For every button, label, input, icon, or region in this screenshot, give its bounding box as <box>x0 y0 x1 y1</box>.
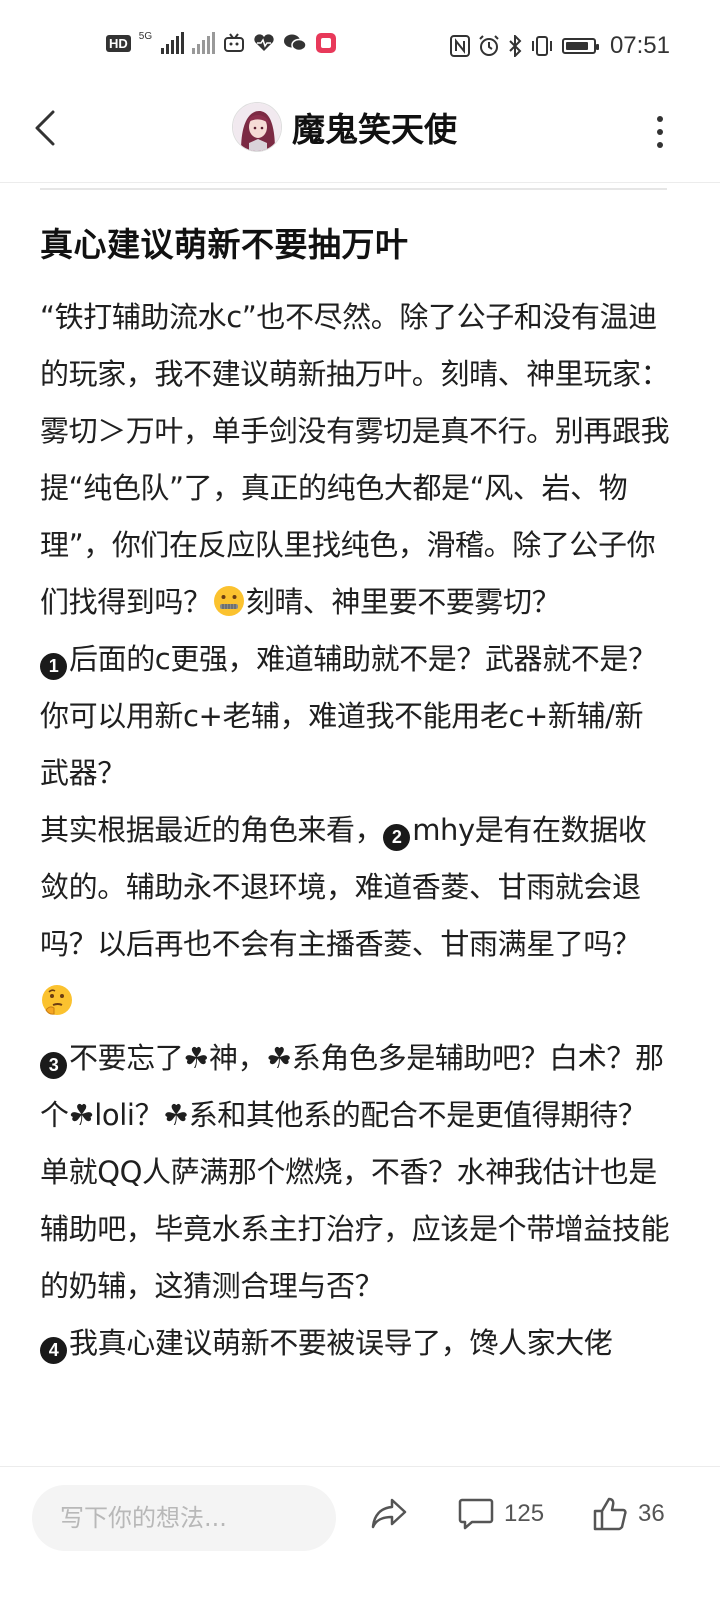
content-divider <box>40 188 667 190</box>
post-header: 魔鬼笑天使 <box>0 90 720 183</box>
share-icon <box>371 1498 407 1529</box>
status-left: HD 5G <box>106 32 337 54</box>
article: 真心建议萌新不要抽万叶 “铁打辅助流水c”也不尽然。除了公子和没有温迪的玩家，我… <box>40 215 670 1372</box>
paragraph-3: 其实根据最近的角色来看， 2 mhy是有在数据收敛的。辅助永不退环境，难道香菱、甘雨… <box>40 802 670 1030</box>
paragraph-2: 1 后面的c更强，难道辅助就不是？武器就不是？你可以用新c+老辅，难道我不能用老c… <box>40 642 657 790</box>
back-button[interactable] <box>28 108 62 148</box>
vibrate-icon <box>530 35 554 57</box>
article-title: 真心建议萌新不要抽万叶 <box>40 225 409 264</box>
status-time: 07:51 <box>609 32 670 59</box>
article-body: “铁打辅助流水c”也不尽然。除了公子和没有温迪的玩家，我不建议萌新抽万叶。刻晴、… <box>40 289 670 1372</box>
paragraph-5: 4 我真心建议萌新不要被误导了，馋人家大佬 <box>40 1315 670 1372</box>
status-bar: HD 5G 07:51 <box>0 0 720 90</box>
author-avatar[interactable] <box>232 102 282 152</box>
more-options-button[interactable] <box>650 112 670 152</box>
author-info[interactable]: 魔鬼笑天使 <box>232 102 457 152</box>
share-button[interactable] <box>370 1497 408 1531</box>
hd-badge: HD <box>106 34 131 52</box>
wechat-icon <box>283 33 307 53</box>
comment-count: 125 <box>504 1500 545 1527</box>
alarm-icon <box>478 35 500 57</box>
comment-icon <box>458 1498 494 1530</box>
author-name[interactable]: 魔鬼笑天使 <box>292 103 457 151</box>
bottom-action-bar: 125 36 <box>0 1466 720 1601</box>
heart-rate-icon <box>253 33 275 53</box>
comment-input[interactable] <box>32 1485 336 1551</box>
number-badge: 3 <box>40 1052 67 1079</box>
battery-icon <box>561 38 599 54</box>
signal-weak-icon <box>192 32 216 54</box>
number-badge: 4 <box>40 1337 67 1364</box>
number-badge: 1 <box>40 653 67 680</box>
back-arrow-icon <box>35 110 55 146</box>
network-type-label: 5G <box>138 31 153 42</box>
nfc-icon <box>449 35 470 57</box>
notes-app-icon <box>315 32 337 54</box>
signal-icon <box>161 32 185 54</box>
zipper-mouth-emoji-icon <box>213 586 244 616</box>
more-dot-icon <box>657 116 663 122</box>
bluetooth-icon <box>508 35 522 57</box>
more-dot-icon <box>657 129 663 135</box>
like-count: 36 <box>638 1500 665 1527</box>
tv-app-icon <box>223 33 245 53</box>
thumbs-up-icon <box>593 1497 627 1531</box>
status-right: 07:51 <box>449 32 670 60</box>
more-dot-icon <box>657 142 663 148</box>
paragraph-4: 3 不要忘了☘神，☘系角色多是辅助吧？白术？那个☘loli？☘系和其他系的配合不是… <box>40 1041 670 1303</box>
thinking-face-emoji-icon <box>42 985 72 1015</box>
number-badge: 2 <box>383 824 411 851</box>
comment-button[interactable]: 125 <box>458 1497 544 1531</box>
like-button[interactable]: 36 <box>592 1497 665 1531</box>
paragraph-1: “铁打辅助流水c”也不尽然。除了公子和没有温迪的玩家，我不建议萌新抽万叶。刻晴、… <box>40 300 670 619</box>
